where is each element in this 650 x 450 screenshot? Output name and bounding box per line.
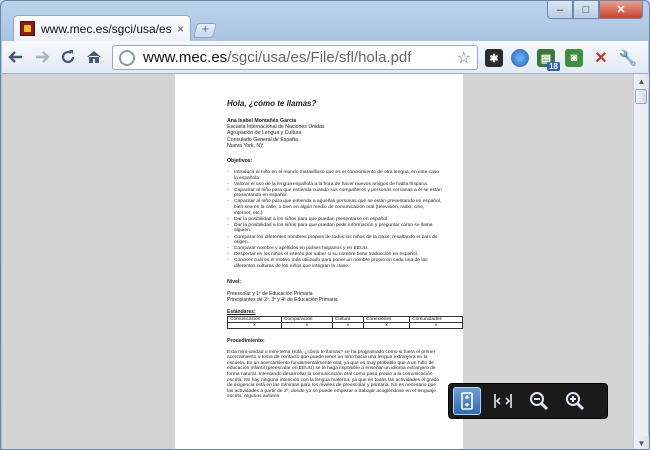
extension-block-icon[interactable]: ✕: [592, 49, 610, 67]
star-icon[interactable]: ☆: [457, 48, 471, 68]
list-item: Conocer cuál es el motivo más utilizado …: [227, 258, 443, 269]
pdf-viewer: Hola, ¿cómo te llamas? Ana Isabel Montañ…: [2, 74, 649, 449]
url-text: www.mec.es/sgci/usa/es/File/sfl/hola.pdf: [143, 49, 411, 66]
level-line: Principiantes de 2º, 3º y 4º de Educació…: [227, 296, 338, 303]
pdf-page: Hola, ¿cómo te llamas? Ana Isabel Montañ…: [175, 74, 463, 449]
maximize-button[interactable]: □: [573, 1, 599, 19]
procedure-text: Esta mini-unidad o mini-tema Hola, ¿cómo…: [227, 349, 440, 400]
table-cell: x: [331, 321, 365, 329]
home-icon[interactable]: [82, 45, 106, 69]
table-cell: x: [280, 321, 333, 329]
extension-asterisk-icon[interactable]: ✱: [485, 49, 503, 67]
table-cell: x: [409, 321, 463, 329]
zoom-in-icon[interactable]: [561, 387, 589, 415]
extension-evernote-icon[interactable]: ◙: [565, 49, 583, 67]
wrench-icon[interactable]: 🔧: [619, 49, 638, 67]
objectives-heading: Objetivos:: [227, 158, 253, 165]
extension-badge: 18: [547, 62, 560, 71]
standards-table: Comunicación Comparación Cultura Conexio…: [227, 315, 463, 329]
list-item: Comparar los diferentes nombres propios …: [227, 235, 443, 246]
window-controls: – □ ✕: [547, 1, 643, 19]
browser-tab[interactable]: www.mec.es/sgci/usa/es... ×: [13, 15, 191, 41]
browser-window: www.mec.es/sgci/usa/es... × – □ ✕ www.me…: [0, 0, 650, 450]
list-item: Capacitar al niño para que entienda cuan…: [227, 188, 443, 199]
url-host: www.mec.es: [143, 49, 228, 66]
author-block: Ana Isabel Montañés García Escuela Inter…: [227, 118, 443, 149]
zoom-out-icon[interactable]: [525, 387, 553, 415]
list-item: Introducir al niño en el mundo maravillo…: [227, 170, 443, 181]
extension-rss-icon[interactable]: ▤ 18: [537, 49, 560, 71]
fit-to-page-icon[interactable]: [453, 387, 481, 415]
tab-title: www.mec.es/sgci/usa/es...: [41, 21, 171, 36]
tab-close-icon[interactable]: ×: [177, 22, 184, 36]
new-tab-button[interactable]: [192, 23, 218, 38]
list-item: Dar la posibilidad a los niños para que …: [227, 217, 443, 223]
document-title: Hola, ¿cómo te llamas?: [227, 99, 317, 108]
vertical-scrollbar[interactable]: ▲ ▼: [633, 74, 649, 449]
site-favicon-icon: [20, 21, 35, 36]
fit-to-width-icon[interactable]: [489, 387, 517, 415]
author-line: Nueva York, NY: [227, 142, 264, 149]
table-cell: x: [227, 321, 282, 329]
url-path: /sgci/usa/es/File/sfl/hola.pdf: [227, 49, 412, 66]
table-cell: x: [363, 321, 411, 329]
minimize-button[interactable]: –: [547, 1, 573, 19]
standards-label: Estándares:: [227, 308, 256, 315]
objectives-list: Introducir al niño en el mundo maravillo…: [227, 170, 443, 270]
extension-globe-icon[interactable]: [511, 49, 529, 67]
list-item: Valorar el uso de la lengua española a l…: [227, 182, 443, 188]
list-item: Capacitar al niño para que entienda a aq…: [227, 199, 443, 216]
level-heading: Nivel:: [227, 278, 242, 285]
procedure-heading: Procedimiento:: [227, 337, 265, 344]
reload-icon[interactable]: [56, 45, 80, 69]
page-info-icon[interactable]: [119, 49, 135, 66]
pdf-zoom-toolbar: [448, 383, 608, 419]
browser-toolbar: www.mec.es/sgci/usa/es/File/sfl/hola.pdf…: [2, 41, 648, 74]
close-window-button[interactable]: ✕: [599, 1, 643, 19]
back-arrow-icon[interactable]: [4, 45, 28, 69]
scroll-up-icon[interactable]: ▲: [634, 74, 649, 89]
scrollbar-thumb[interactable]: [635, 89, 647, 104]
forward-arrow-icon[interactable]: [30, 45, 54, 69]
scroll-down-icon[interactable]: ▼: [634, 436, 649, 449]
address-bar[interactable]: www.mec.es/sgci/usa/es/File/sfl/hola.pdf…: [112, 45, 478, 70]
list-item: Comparar nombre y apellidos en países hi…: [227, 246, 443, 252]
list-item: Dar la posibilidad a los niños para que …: [227, 223, 443, 234]
